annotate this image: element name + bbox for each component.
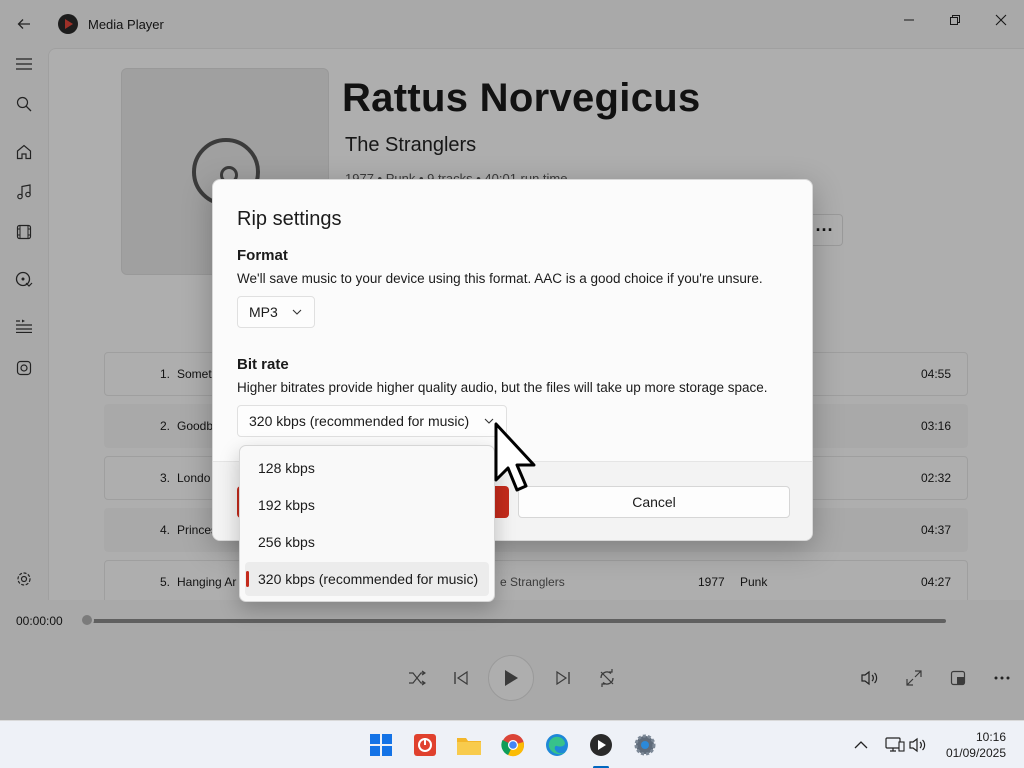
format-description: We'll save music to your device using th… [237,271,763,286]
bitrate-select[interactable]: 320 kbps (recommended for music) [237,405,507,437]
bitrate-option[interactable]: 128 kbps [245,451,489,485]
mouse-cursor-icon [494,422,536,492]
windows-start-icon[interactable] [368,732,394,758]
format-select[interactable]: MP3 [237,296,315,328]
system-clock[interactable]: 10:16 01/09/2025 [946,729,1006,761]
media-player-icon[interactable] [588,732,614,758]
bitrate-option[interactable]: 192 kbps [245,488,489,522]
bitrate-dropdown-list: 128 kbps 192 kbps 256 kbps 320 kbps (rec… [239,445,495,602]
option-label: 128 kbps [258,460,315,476]
network-icon[interactable] [882,732,908,758]
speaker-icon[interactable] [906,732,932,758]
chrome-icon[interactable] [500,732,526,758]
bitrate-select-value: 320 kbps (recommended for music) [249,413,470,429]
cancel-button[interactable]: Cancel [518,486,790,518]
power-app-icon[interactable] [412,732,438,758]
chevron-up-icon[interactable] [848,732,874,758]
format-heading: Format [237,247,288,264]
cancel-button-label: Cancel [632,494,676,510]
bitrate-option[interactable]: 256 kbps [245,525,489,559]
bitrate-option-selected[interactable]: 320 kbps (recommended for music) [245,562,489,596]
file-explorer-icon[interactable] [456,732,482,758]
chevron-down-icon [292,309,302,315]
clock-time: 10:16 [975,730,1006,744]
format-select-value: MP3 [249,304,278,320]
option-label: 320 kbps (recommended for music) [258,571,479,587]
chevron-down-icon [484,418,494,424]
taskbar: 10:16 01/09/2025 [0,720,1024,768]
clock-date: 01/09/2025 [945,746,1006,760]
option-label: 256 kbps [258,534,315,550]
bitrate-description: Higher bitrates provide higher quality a… [237,380,768,395]
option-label: 192 kbps [258,497,315,513]
settings-gear-icon[interactable] [632,732,658,758]
bitrate-heading: Bit rate [237,356,289,373]
dialog-title: Rip settings [237,208,342,230]
edge-icon[interactable] [544,732,570,758]
